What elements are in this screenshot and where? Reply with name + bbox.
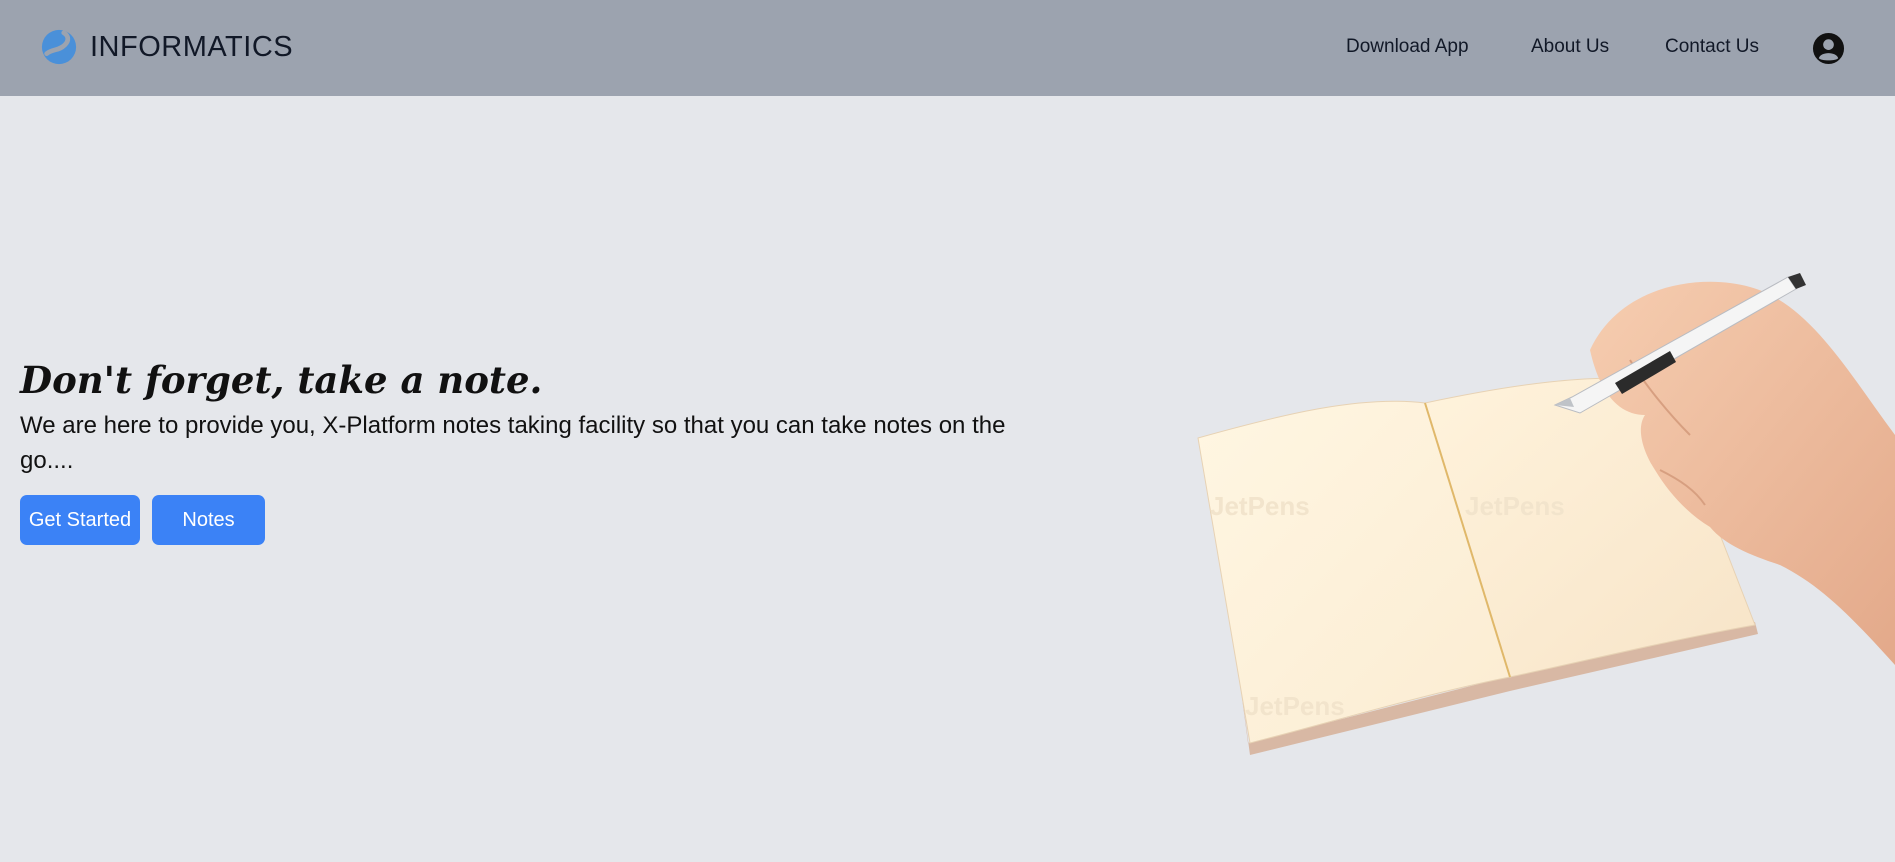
brand-swirl-icon — [41, 29, 77, 65]
user-circle-icon[interactable] — [1812, 32, 1845, 65]
hand-writing-notebook-icon: JetPens JetPens JetPens — [1197, 273, 1895, 755]
hero-title: Don't forget, take a note. — [20, 358, 543, 402]
nav-about-us[interactable]: About Us — [1531, 36, 1609, 58]
brand-name: INFORMATICS — [90, 30, 294, 63]
hero-subtitle: We are here to provide you, X-Platform n… — [20, 412, 1006, 474]
watermark-text: JetPens — [1245, 691, 1345, 721]
brand-link[interactable]: INFORMATICS — [40, 28, 293, 66]
nav-download-app[interactable]: Download App — [1346, 36, 1469, 58]
watermark-text: JetPens — [1210, 491, 1310, 521]
nav-contact-us[interactable]: Contact Us — [1665, 36, 1759, 58]
watermark-text: JetPens — [1465, 491, 1565, 521]
get-started-button[interactable]: Get Started — [20, 495, 140, 545]
navbar: INFORMATICS Download App About Us Contac… — [0, 0, 1895, 96]
notes-button[interactable]: Notes — [152, 495, 265, 545]
